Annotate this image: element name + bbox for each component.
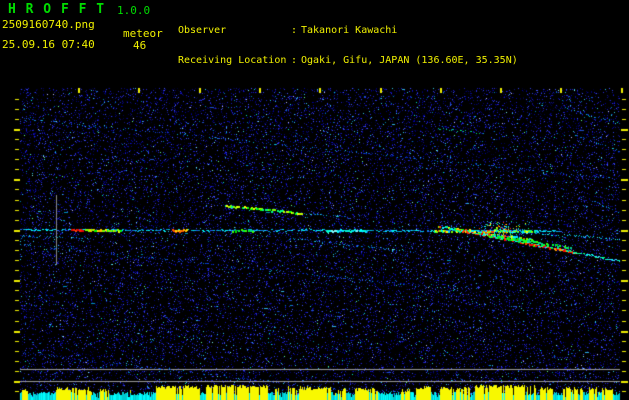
info-separator: :: [291, 25, 298, 36]
info-row-observer: Observer: Takanori Kawachi: [178, 26, 518, 36]
info-value: Takanori Kawachi: [301, 25, 398, 36]
info-label: Receiving Location: [178, 55, 287, 66]
hrofft-window: { "header": { "app_name": "H R O F F T",…: [0, 0, 629, 400]
output-filename: 2509160740.png: [2, 18, 95, 31]
datetime-label: 25.09.16 07:40: [2, 38, 95, 51]
app-version: 1.0.0: [117, 4, 151, 17]
info-value: Ogaki, Gifu, JAPAN (136.60E, 35.35N): [301, 55, 518, 66]
info-separator: :: [291, 55, 298, 66]
info-label: Observer: [178, 25, 227, 36]
app-title: H R O F F T: [8, 2, 106, 17]
spectrogram-canvas: [0, 75, 629, 400]
meteor-count: 46: [133, 39, 147, 52]
info-row-location: Receiving Location: Ogaki, Gifu, JAPAN (1…: [178, 56, 518, 66]
